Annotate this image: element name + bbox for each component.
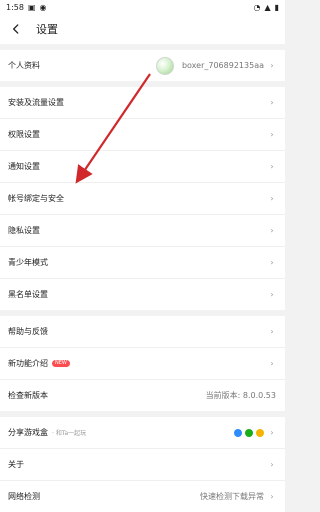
- row-left: 分享游戏盒 · 和Ta一起玩: [8, 427, 86, 438]
- row-privacy[interactable]: 隐私设置 ›: [0, 215, 285, 247]
- back-button[interactable]: [8, 21, 24, 37]
- status-icon-a: ▣: [27, 2, 36, 12]
- row-label: 青少年模式: [8, 258, 48, 267]
- misc-section: 分享游戏盒 · 和Ta一起玩 › 关于 › 网络检测 快速检测下载异常 ›: [0, 417, 285, 512]
- row-help-feedback[interactable]: 帮助与反馈 ›: [0, 316, 285, 348]
- wechat-icon: [245, 428, 253, 437]
- row-check-version[interactable]: 检查新版本 当前版本: 8.0.0.53: [0, 380, 285, 411]
- star-icon: [256, 428, 264, 437]
- status-bar: 1:58 ▣ ◉ ◔ ▲ ▮: [0, 0, 285, 14]
- row-label: 通知设置: [8, 162, 40, 171]
- row-label: 关于: [8, 460, 24, 469]
- row-account-security[interactable]: 帐号绑定与安全 ›: [0, 183, 285, 215]
- chevron-right-icon: ›: [270, 359, 274, 368]
- row-share-box[interactable]: 分享游戏盒 · 和Ta一起玩 ›: [0, 417, 285, 449]
- new-badge: NEW: [52, 360, 70, 367]
- row-label: 帮助与反馈: [8, 327, 48, 336]
- status-icon-b: ◉: [39, 2, 47, 12]
- qq-icon: [234, 428, 242, 437]
- app-bar: 设置: [0, 14, 285, 44]
- row-blacklist[interactable]: 黑名单设置 ›: [0, 279, 285, 310]
- status-time: 1:58: [6, 2, 24, 12]
- chevron-right-icon: ›: [270, 61, 274, 70]
- version-value: 当前版本: 8.0.0.53: [205, 391, 276, 400]
- row-label: 分享游戏盒: [8, 428, 48, 437]
- row-right: 快速检测下载异常 ›: [200, 491, 276, 502]
- signal-icon: ▲: [264, 2, 271, 12]
- chevron-right-icon: ›: [270, 194, 274, 203]
- wifi-icon: ◔: [253, 2, 261, 12]
- chevron-right-icon: ›: [270, 258, 274, 267]
- row-label: 权限设置: [8, 130, 40, 139]
- row-about[interactable]: 关于 ›: [0, 449, 285, 481]
- back-arrow-icon: [13, 24, 19, 34]
- row-label: 检查新版本: [8, 391, 48, 400]
- profile-section: 个人资料 boxer_706892135aa ›: [0, 50, 285, 81]
- row-permission[interactable]: 权限设置 ›: [0, 119, 285, 151]
- row-network-check[interactable]: 网络检测 快速检测下载异常 ›: [0, 481, 285, 512]
- battery-icon: ▮: [274, 2, 279, 12]
- row-personal-profile[interactable]: 个人资料 boxer_706892135aa ›: [0, 50, 285, 81]
- row-label: 帐号绑定与安全: [8, 194, 64, 203]
- row-label: 个人资料: [8, 61, 40, 70]
- page-title: 设置: [36, 23, 58, 36]
- row-install-traffic[interactable]: 安装及流量设置 ›: [0, 87, 285, 119]
- row-label: 网络检测: [8, 492, 40, 501]
- row-label: 隐私设置: [8, 226, 40, 235]
- row-new-features[interactable]: 新功能介绍 NEW ›: [0, 348, 285, 380]
- row-right: boxer_706892135aa ›: [155, 56, 276, 75]
- settings-section: 安装及流量设置 › 权限设置 › 通知设置 › 帐号绑定与安全 › 隐私设置 ›…: [0, 87, 285, 310]
- chevron-right-icon: ›: [270, 327, 274, 336]
- share-icons-right: ›: [234, 428, 276, 437]
- help-section: 帮助与反馈 › 新功能介绍 NEW › 检查新版本 当前版本: 8.0.0.53: [0, 316, 285, 411]
- row-label: 安装及流量设置: [8, 98, 64, 107]
- status-left: 1:58 ▣ ◉: [6, 3, 47, 12]
- network-value: 快速检测下载异常: [200, 492, 264, 501]
- row-label: 黑名单设置: [8, 290, 48, 299]
- chevron-right-icon: ›: [270, 460, 274, 469]
- row-label: 新功能介绍: [8, 359, 48, 368]
- row-teen-mode[interactable]: 青少年模式 ›: [0, 247, 285, 279]
- chevron-right-icon: ›: [270, 162, 274, 171]
- status-right: ◔ ▲ ▮: [253, 3, 279, 12]
- chevron-right-icon: ›: [270, 290, 274, 299]
- chevron-right-icon: ›: [270, 226, 274, 235]
- chevron-right-icon: ›: [270, 492, 274, 501]
- row-notification[interactable]: 通知设置 ›: [0, 151, 285, 183]
- share-subtext: · 和Ta一起玩: [52, 430, 87, 437]
- username: boxer_706892135aa: [181, 61, 264, 70]
- chevron-right-icon: ›: [270, 98, 274, 107]
- row-left: 新功能介绍 NEW: [8, 358, 70, 369]
- chevron-right-icon: ›: [270, 130, 274, 139]
- share-icons: [234, 428, 264, 437]
- avatar-icon: [155, 56, 174, 75]
- chevron-right-icon: ›: [270, 428, 274, 437]
